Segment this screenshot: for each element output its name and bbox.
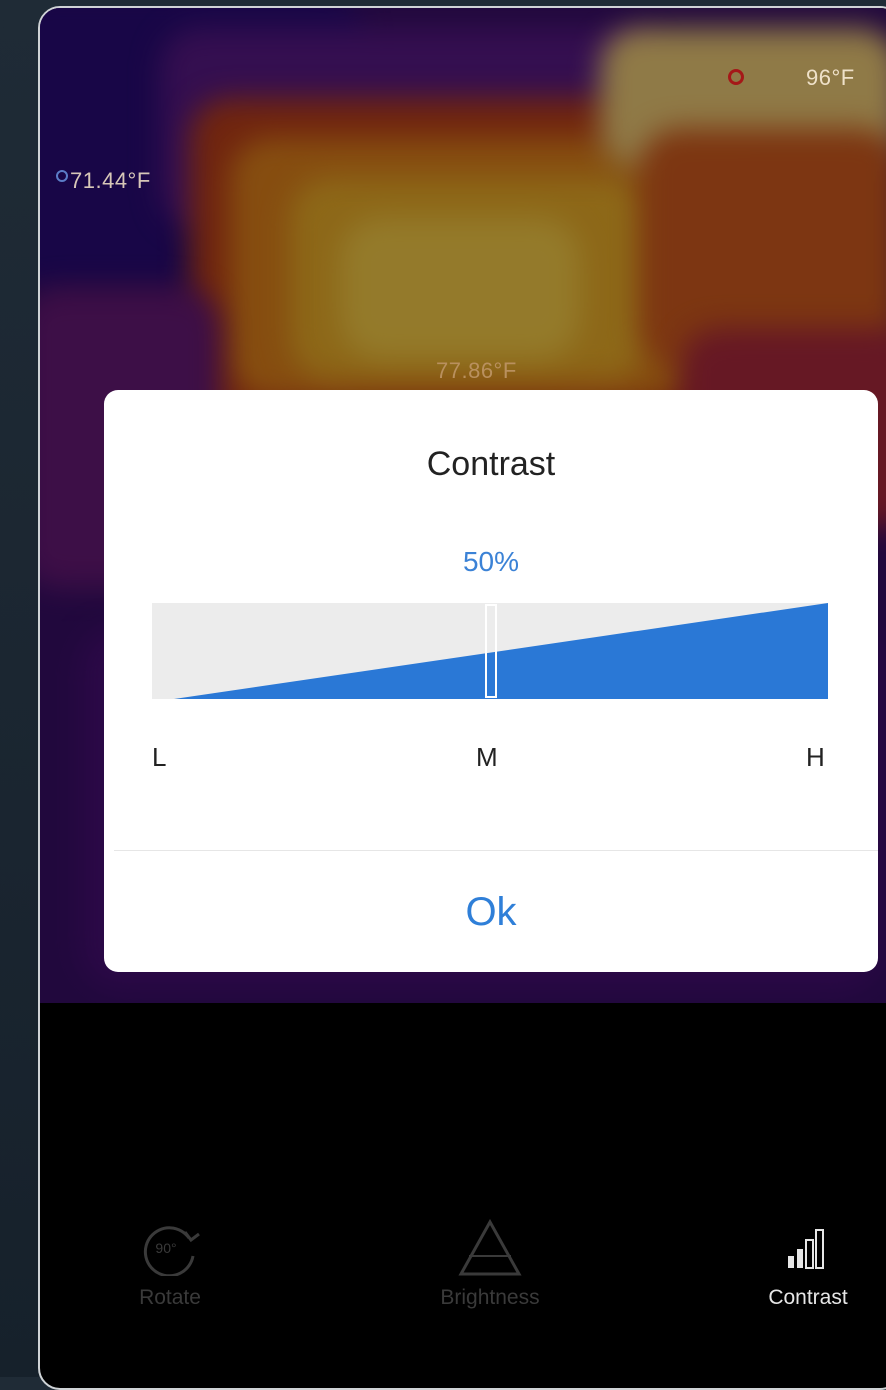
brightness-triangle-icon bbox=[455, 1216, 525, 1285]
left-temp-label: 71.44°F bbox=[70, 168, 151, 193]
contrast-bars-icon bbox=[778, 1216, 838, 1281]
rotate-icon-text: 90° bbox=[155, 1240, 176, 1256]
center-temp-label: 77.86°F bbox=[436, 358, 517, 383]
max-temp-marker bbox=[728, 69, 744, 85]
scale-label-mid: M bbox=[476, 742, 498, 772]
min-temp-marker bbox=[56, 170, 68, 182]
top-right-temp-label: 96°F bbox=[806, 65, 855, 90]
rotate-90-icon: 90° bbox=[135, 1216, 205, 1281]
dialog-title: Contrast bbox=[426, 445, 556, 483]
ok-button[interactable]: Ok bbox=[104, 890, 878, 935]
contrast-label: Contrast bbox=[768, 1286, 848, 1309]
contrast-value: 50% bbox=[462, 546, 520, 577]
scale-label-high: H bbox=[806, 742, 825, 772]
contrast-slider[interactable] bbox=[152, 595, 830, 703]
dialog-divider bbox=[114, 850, 878, 851]
contrast-dialog: Contrast 50% L M H Ok bbox=[104, 390, 878, 972]
device-frame: 71.44°F 96°F 77.86°F Contrast 50% L M H … bbox=[38, 6, 886, 1390]
bottom-toolbar: 90° Rotate Brightness Contrast bbox=[40, 1188, 886, 1388]
brightness-label: Brightness bbox=[440, 1286, 540, 1309]
scale-label-low: L bbox=[152, 742, 167, 772]
rotate-label: Rotate bbox=[139, 1286, 201, 1309]
